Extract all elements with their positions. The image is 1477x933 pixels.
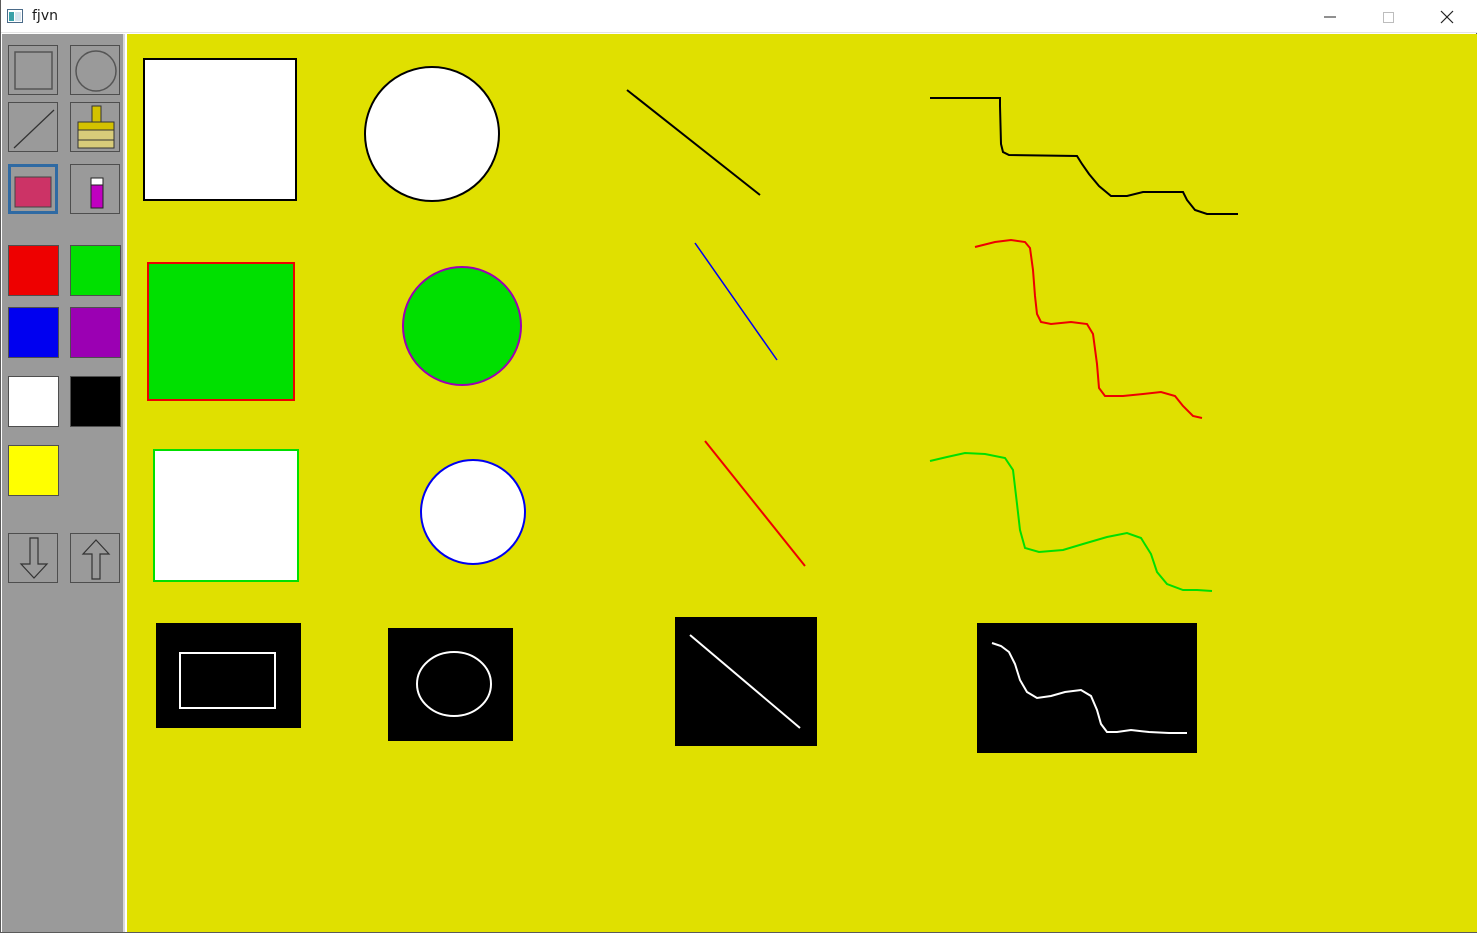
- freehand-shape[interactable]: [930, 97, 1238, 215]
- fill-swatch-icon: [14, 176, 52, 208]
- down-arrow-button[interactable]: [8, 533, 58, 583]
- minimize-icon: [1324, 16, 1336, 18]
- color-green-swatch[interactable]: [70, 245, 121, 296]
- paint-window: fjvn: [0, 0, 1477, 933]
- canvas-drawing: [143, 58, 1238, 753]
- maximize-button[interactable]: [1359, 0, 1417, 33]
- rectangle-shape[interactable]: [153, 449, 299, 582]
- line-tool[interactable]: [8, 102, 58, 152]
- up-arrow-button[interactable]: [70, 533, 120, 583]
- rectangle-preview[interactable]: [156, 623, 301, 728]
- color-blue-swatch[interactable]: [8, 307, 59, 358]
- line-shape[interactable]: [626, 89, 761, 196]
- line-icon: [13, 109, 55, 149]
- rectangle-tool[interactable]: [8, 45, 58, 95]
- brush-tool[interactable]: [70, 102, 120, 152]
- color-black-swatch[interactable]: [70, 376, 121, 427]
- color-yellow-swatch[interactable]: [8, 445, 59, 496]
- freehand-shape[interactable]: [929, 451, 1213, 592]
- circle-shape[interactable]: [364, 66, 500, 202]
- title-bar[interactable]: fjvn: [1, 0, 1477, 33]
- color-red-swatch[interactable]: [8, 245, 59, 296]
- line-shape[interactable]: [704, 440, 806, 567]
- arrow-up-icon: [81, 539, 111, 580]
- rectangle-icon: [14, 51, 53, 90]
- close-icon: [1440, 10, 1454, 24]
- circle-shape[interactable]: [402, 266, 522, 386]
- window-title: fjvn: [32, 8, 58, 24]
- minimize-button[interactable]: [1301, 0, 1359, 33]
- arrow-down-icon: [19, 537, 49, 579]
- maximize-icon: [1383, 12, 1394, 23]
- rectangle-shape[interactable]: [143, 58, 297, 201]
- app-icon: [7, 9, 23, 23]
- color-purple-swatch[interactable]: [70, 307, 121, 358]
- circle-tool[interactable]: [70, 45, 120, 95]
- pen-color-tool[interactable]: [70, 164, 120, 214]
- close-button[interactable]: [1418, 0, 1476, 33]
- tool-palette: [2, 34, 125, 932]
- marker-icon: [90, 177, 104, 209]
- circle-preview[interactable]: [388, 628, 513, 741]
- circle-shape[interactable]: [420, 459, 526, 565]
- rectangle-shape[interactable]: [147, 262, 295, 401]
- drawing-canvas[interactable]: [127, 34, 1477, 932]
- color-white-swatch[interactable]: [8, 376, 59, 427]
- line-shape[interactable]: [694, 242, 778, 361]
- circle-icon: [75, 50, 117, 92]
- fill-color-tool[interactable]: [8, 164, 58, 214]
- brush-icon: [77, 105, 115, 149]
- freehand-shape[interactable]: [974, 238, 1203, 419]
